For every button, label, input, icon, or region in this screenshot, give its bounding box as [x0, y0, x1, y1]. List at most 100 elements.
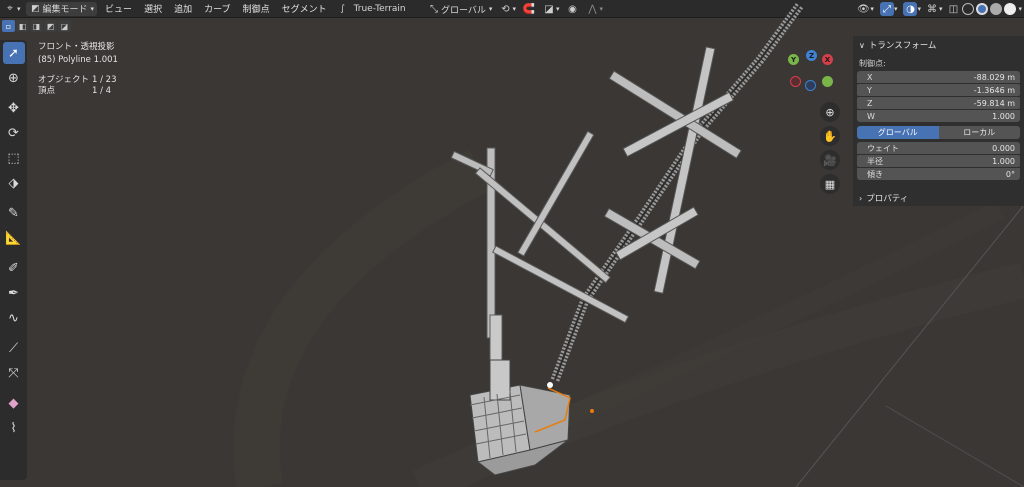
navigation-buttons: ⊕ ✋ 🎥 ▦ [820, 102, 840, 198]
properties-panel-header[interactable]: › プロパティ [853, 190, 1024, 206]
shading-options-icon[interactable]: ▾ [1018, 5, 1022, 13]
overlay-toggle-icon[interactable]: ◑ [903, 2, 918, 16]
pen-tool[interactable]: ✒ [3, 282, 25, 304]
select-mode-row: ▫ ◧ ◨ ◩ ◪ [0, 18, 72, 34]
transform-orientation-dropdown[interactable]: ⤡ グローバル ▾ [424, 2, 495, 16]
axis-neg-x-ball[interactable] [790, 76, 801, 87]
edit-overlay-icon[interactable]: ⌘ [925, 2, 939, 16]
snap-target-dropdown[interactable]: ◪ ▾ [539, 2, 563, 16]
snap-toggle[interactable]: 🧲 [519, 2, 539, 16]
curve-pen-tool[interactable]: ∿ [3, 307, 25, 329]
transform-tool[interactable]: ⬗ [3, 172, 25, 194]
menu-segments[interactable]: セグメント [276, 2, 333, 15]
camera-view-button[interactable]: 🎥 [820, 150, 840, 170]
snap-target-icon: ◪ [544, 3, 554, 15]
extrude-icon: ⌇ [10, 420, 17, 436]
rotate-icon: ⟳ [8, 125, 19, 141]
x-field[interactable]: X -88.029 m [857, 71, 1020, 83]
wireframe-shading-icon[interactable] [962, 3, 975, 15]
menu-control-points[interactable]: 制御点 [237, 2, 276, 15]
select-box-tool[interactable]: ➚ [2, 42, 25, 64]
editor-type-button[interactable]: ⌖ ▾ [0, 2, 24, 16]
objects-label: オブジェクト [38, 75, 90, 85]
tilt-field[interactable]: 傾き 0° [857, 168, 1020, 180]
rendered-shading-icon[interactable] [1004, 3, 1017, 15]
control-point-label: 制御点: [859, 59, 886, 68]
axis-y-ball[interactable]: Y [788, 54, 799, 65]
menu-select[interactable]: 選択 [138, 2, 168, 15]
zoom-button[interactable]: ⊕ [820, 102, 840, 122]
visibility-icon[interactable]: 👁 [856, 2, 870, 16]
radius-tool[interactable]: ⤧ [3, 362, 25, 384]
tilt-tool[interactable]: ⟋ [3, 337, 25, 359]
xray-toggle-icon[interactable]: ◫ [946, 2, 960, 16]
solid-shading-icon[interactable] [976, 3, 989, 15]
pivot-point-dropdown[interactable]: ⟲ ▾ [495, 2, 519, 16]
axis-neg-y-ball[interactable] [822, 76, 833, 87]
viewport-info-overlay: フロント・透視投影 (85) Polyline 1.001 オブジェクト 1 /… [38, 42, 118, 97]
cursor-tool[interactable]: ⊕ [3, 67, 25, 89]
pan-button[interactable]: ✋ [820, 126, 840, 146]
menu-view[interactable]: ビュー [99, 2, 138, 15]
orientation-icon: ⤡ [430, 3, 438, 15]
tool-shelf: ➚ ⊕ ✥ ⟳ ⬚ ⬗ ✎ 📐 ✐ ✒ ∿ ⟋ ⤧ ◆ ⌇ [0, 40, 27, 480]
background-curve [555, 201, 1005, 430]
axis-neg-z-ball[interactable] [805, 80, 816, 91]
menu-add[interactable]: 追加 [168, 2, 198, 15]
viewport-header: ⌖ ▾ ◩ 編集モード ▾ ビュー 選択 追加 カーブ 制御点 セグメント ∫ T… [0, 0, 1024, 18]
annotate-tool[interactable]: ✎ [3, 202, 25, 224]
ground-edge-line [795, 204, 1024, 487]
transform-icon: ⬗ [8, 175, 19, 191]
proportional-edit-toggle[interactable]: ◉ [562, 2, 582, 16]
properties-title: プロパティ [866, 194, 909, 204]
rail-track [550, 2, 804, 382]
move-tool[interactable]: ✥ [3, 97, 25, 119]
global-toggle[interactable]: グローバル [857, 126, 939, 139]
w-field[interactable]: W 1.000 [857, 110, 1020, 122]
draw-icon: ✐ [8, 260, 19, 276]
pivot-icon: ⟲ [501, 3, 510, 15]
scale-tool[interactable]: ⬚ [3, 147, 25, 169]
local-toggle[interactable]: ローカル [938, 126, 1020, 139]
move-icon: ✥ [8, 100, 19, 116]
measure-tool[interactable]: 📐 [3, 227, 25, 249]
view3d-icon: ⌖ [7, 3, 13, 14]
rotate-tool[interactable]: ⟳ [3, 122, 25, 144]
proportional-falloff-dropdown[interactable]: ⋀ ▾ [582, 2, 606, 16]
measure-icon: 📐 [5, 230, 22, 246]
object-selector[interactable]: ∫ True-Terrain [333, 2, 409, 16]
hand-icon: ✋ [823, 129, 837, 143]
z-field[interactable]: Z -59.814 m [857, 97, 1020, 109]
select-extend-icon[interactable]: ◧ [16, 20, 29, 32]
select-subtract-icon[interactable]: ◨ [30, 20, 43, 32]
base-building [469, 359, 571, 476]
objects-value: 1 / 23 [92, 75, 117, 85]
header-right-tools: 👁 ▾ ⤢ ▾ ◑ ▾ ⌘ ▾ ◫ ▾ [856, 2, 1022, 16]
draw-tool[interactable]: ✐ [3, 257, 25, 279]
select-intersect-icon[interactable]: ◪ [58, 20, 71, 32]
ground-edge-line [885, 405, 1024, 487]
chevron-down-icon: ∨ [859, 40, 865, 50]
y-field[interactable]: Y -1.3646 m [857, 84, 1020, 96]
transform-panel-header[interactable]: ∨ トランスフォーム [853, 36, 1024, 54]
camera-icon: 🎥 [823, 153, 837, 167]
weight-field[interactable]: ウェイト 0.000 [857, 142, 1020, 154]
axis-z-ball[interactable]: Z [806, 50, 817, 61]
tilt-icon: ⟋ [8, 340, 19, 356]
mode-dropdown[interactable]: ◩ 編集モード ▾ [25, 1, 98, 16]
menu-curve[interactable]: カーブ [198, 2, 236, 15]
gizmo-toggle-icon[interactable]: ⤢ [879, 2, 894, 16]
magnet-icon: 🧲 [522, 3, 536, 15]
navigation-gizmo[interactable]: Y Z X [786, 48, 838, 96]
annotate-icon: ✎ [8, 205, 19, 221]
material-shading-icon[interactable] [990, 3, 1003, 15]
randomize-tool[interactable]: ◆ [3, 392, 25, 414]
select-invert-icon[interactable]: ◩ [44, 20, 57, 32]
space-toggle: グローバル ローカル [857, 126, 1020, 139]
transform-title: トランスフォーム [868, 41, 937, 51]
perspective-toggle-button[interactable]: ▦ [820, 174, 840, 194]
select-new-icon[interactable]: ▫ [2, 20, 15, 32]
radius-field[interactable]: 半径 1.000 [857, 155, 1020, 167]
axis-x-ball[interactable]: X [822, 54, 833, 65]
extrude-tool[interactable]: ⌇ [3, 417, 25, 439]
